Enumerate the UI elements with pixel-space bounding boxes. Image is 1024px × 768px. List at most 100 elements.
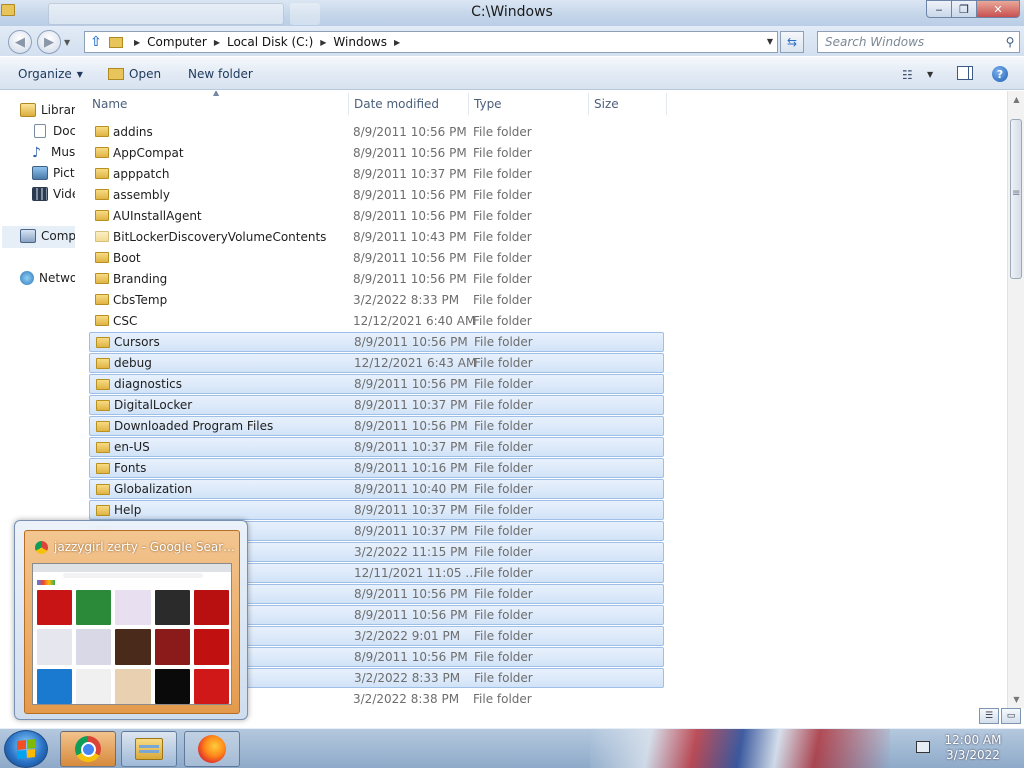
nav-item-documents[interactable]: Documents bbox=[32, 124, 75, 138]
file-row[interactable]: Downloaded Program Files 8/9/2011 10:56 P… bbox=[89, 416, 664, 436]
column-header-size[interactable]: Size bbox=[594, 91, 619, 117]
start-button[interactable] bbox=[4, 730, 48, 768]
file-date-modified: 12/11/2021 11:05 ... bbox=[354, 566, 477, 580]
forward-button[interactable]: ▶ bbox=[37, 30, 61, 54]
file-row[interactable]: Help 8/9/2011 10:37 PM File folder bbox=[89, 500, 664, 520]
maximize-button[interactable]: ❐ bbox=[951, 0, 977, 18]
folder-icon bbox=[96, 379, 110, 390]
file-type: File folder bbox=[474, 503, 533, 517]
organize-button[interactable]: Organize ▼ bbox=[18, 67, 83, 81]
thumbnail-screenshot[interactable] bbox=[32, 563, 232, 705]
taskbar-explorer-button[interactable] bbox=[121, 731, 177, 767]
folder-icon bbox=[109, 36, 123, 48]
large-icons-view-icon[interactable]: ▭ bbox=[1001, 708, 1021, 724]
taskbar-chrome-button[interactable] bbox=[60, 731, 116, 767]
preview-pane-icon[interactable] bbox=[957, 66, 973, 80]
nav-item-pictures[interactable]: Pictures bbox=[32, 166, 75, 180]
file-row[interactable]: Branding 8/9/2011 10:56 PM File folder bbox=[89, 269, 664, 289]
nav-item-videos[interactable]: Videos bbox=[32, 187, 75, 201]
file-row[interactable]: apppatch 8/9/2011 10:37 PM File folder bbox=[89, 164, 664, 184]
open-button[interactable]: Open bbox=[108, 67, 161, 81]
open-label: Open bbox=[129, 67, 162, 81]
file-type: File folder bbox=[473, 230, 532, 244]
scroll-up-icon[interactable]: ▲ bbox=[1008, 95, 1024, 104]
view-options-chevron-icon[interactable]: ▼ bbox=[927, 70, 933, 79]
file-row[interactable]: Globalization 8/9/2011 10:40 PM File folde… bbox=[89, 479, 664, 499]
address-bar[interactable]: ⇧ ▶ Computer ▶ Local Disk (C:) ▶ Windows… bbox=[84, 31, 778, 53]
file-row[interactable]: en-US 8/9/2011 10:37 PM File folder bbox=[89, 437, 664, 457]
file-type: File folder bbox=[474, 608, 533, 622]
folder-icon bbox=[95, 147, 109, 158]
column-header-type[interactable]: Type bbox=[474, 91, 502, 117]
search-icon[interactable]: ⚲ bbox=[1001, 35, 1019, 49]
file-date-modified: 8/9/2011 10:56 PM bbox=[353, 125, 467, 139]
file-name: CSC bbox=[113, 314, 138, 328]
nav-item-libraries[interactable]: Libraries bbox=[20, 103, 75, 117]
taskbar-firefox-button[interactable] bbox=[184, 731, 240, 767]
breadcrumb-computer[interactable]: Computer bbox=[147, 35, 207, 49]
column-divider[interactable] bbox=[588, 93, 589, 115]
nav-item-label: Network bbox=[39, 271, 75, 285]
network-tray-icon[interactable] bbox=[916, 741, 930, 753]
file-row[interactable]: Fonts 8/9/2011 10:16 PM File folder bbox=[89, 458, 664, 478]
thumbnail-image-grid bbox=[37, 590, 229, 704]
recent-pages-chevron-icon[interactable]: ▼ bbox=[64, 38, 70, 47]
file-date-modified: 8/9/2011 10:37 PM bbox=[354, 440, 468, 454]
file-row[interactable]: diagnostics 8/9/2011 10:56 PM File folder bbox=[89, 374, 664, 394]
breadcrumb-chevron-icon[interactable]: ▶ bbox=[320, 38, 326, 47]
search-input[interactable]: Search Windows bbox=[825, 35, 1001, 49]
file-date-modified: 8/9/2011 10:43 PM bbox=[353, 230, 467, 244]
scroll-thumb[interactable] bbox=[1010, 119, 1022, 279]
scroll-down-icon[interactable]: ▼ bbox=[1008, 695, 1024, 704]
file-row[interactable]: Boot 8/9/2011 10:56 PM File folder bbox=[89, 248, 664, 268]
close-button[interactable]: ✕ bbox=[976, 0, 1020, 18]
taskbar-clock[interactable]: 12:00 AM 3/3/2022 bbox=[940, 733, 1006, 763]
file-row[interactable]: debug 12/12/2021 6:43 AM File folder bbox=[89, 353, 664, 373]
file-row[interactable]: Cursors 8/9/2011 10:56 PM File folder bbox=[89, 332, 664, 352]
address-history-chevron-icon[interactable]: ▼ bbox=[767, 37, 773, 46]
breadcrumb-windows[interactable]: Windows bbox=[333, 35, 387, 49]
file-type: File folder bbox=[474, 398, 533, 412]
nav-item-music[interactable]: ♪ Music bbox=[32, 145, 75, 161]
thumbnail-image-tile bbox=[76, 668, 112, 704]
file-row[interactable]: CSC 12/12/2021 6:40 AM File folder bbox=[89, 311, 664, 331]
breadcrumb-chevron-icon[interactable]: ▶ bbox=[214, 38, 220, 47]
search-box[interactable]: Search Windows ⚲ bbox=[817, 31, 1020, 53]
refresh-button[interactable]: ⇆ bbox=[780, 31, 804, 53]
file-date-modified: 8/9/2011 10:56 PM bbox=[353, 188, 467, 202]
vertical-scrollbar[interactable]: ▲ ▼ bbox=[1007, 91, 1024, 708]
breadcrumb-chevron-icon[interactable]: ▶ bbox=[394, 38, 400, 47]
back-button[interactable]: ◀ bbox=[8, 30, 32, 54]
new-folder-button[interactable]: New folder bbox=[188, 67, 253, 81]
chrome-icon bbox=[75, 736, 101, 762]
file-row[interactable]: AppCompat 8/9/2011 10:56 PM File folder bbox=[89, 143, 664, 163]
change-view-icon[interactable]: ☷ bbox=[902, 68, 913, 82]
folder-icon bbox=[96, 358, 110, 369]
help-icon[interactable]: ? bbox=[992, 66, 1008, 82]
file-row[interactable]: DigitalLocker 8/9/2011 10:37 PM File folde… bbox=[89, 395, 664, 415]
file-date-modified: 8/9/2011 10:37 PM bbox=[354, 398, 468, 412]
breadcrumb-local-disk[interactable]: Local Disk (C:) bbox=[227, 35, 313, 49]
nav-item-computer[interactable]: Computer bbox=[20, 229, 75, 243]
file-type: File folder bbox=[474, 461, 533, 475]
file-row[interactable]: assembly 8/9/2011 10:56 PM File folder bbox=[89, 185, 664, 205]
up-arrow-icon[interactable]: ⇧ bbox=[85, 34, 107, 50]
file-row[interactable]: addins 8/9/2011 10:56 PM File folder bbox=[89, 122, 664, 142]
title-bar[interactable]: C:\Windows ‒ ❐ ✕ bbox=[0, 0, 1024, 26]
folder-icon bbox=[95, 168, 109, 179]
file-row[interactable]: BitLockerDiscoveryVolumeContents 8/9/2011… bbox=[89, 227, 664, 247]
column-header-name[interactable]: Name bbox=[92, 91, 127, 117]
column-divider[interactable] bbox=[468, 93, 469, 115]
breadcrumb-chevron-icon[interactable]: ▶ bbox=[134, 38, 140, 47]
minimize-button[interactable]: ‒ bbox=[926, 0, 952, 18]
taskbar-thumbnail-preview[interactable]: jazzygirl zerty - Google Search - ... bbox=[14, 520, 248, 720]
file-row[interactable]: CbsTemp 3/2/2022 8:33 PM File folder bbox=[89, 290, 664, 310]
column-divider[interactable] bbox=[666, 93, 667, 115]
folder-icon bbox=[95, 231, 109, 242]
network-icon bbox=[20, 271, 34, 285]
details-view-icon[interactable]: ☰ bbox=[979, 708, 999, 724]
nav-item-network[interactable]: Network bbox=[20, 271, 75, 285]
column-header-date[interactable]: Date modified bbox=[354, 91, 439, 117]
file-row[interactable]: AUInstallAgent 8/9/2011 10:56 PM File fold… bbox=[89, 206, 664, 226]
column-divider[interactable] bbox=[348, 93, 349, 115]
